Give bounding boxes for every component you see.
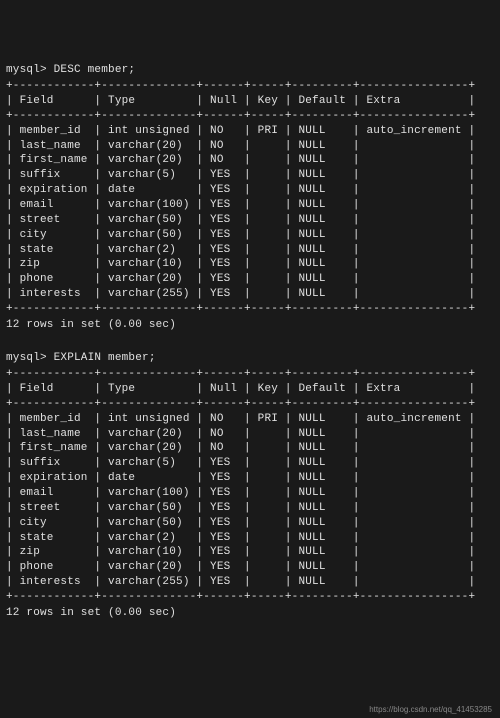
table-row: | state | varchar(2) | YES | | NULL | |: [6, 243, 494, 258]
table-row: | email | varchar(100) | YES | | NULL | …: [6, 198, 494, 213]
table-row: | street | varchar(50) | YES | | NULL | …: [6, 501, 494, 516]
table-row: | suffix | varchar(5) | YES | | NULL | |: [6, 168, 494, 183]
result-footer: 12 rows in set (0.00 sec): [6, 605, 494, 625]
table-row: | zip | varchar(10) | YES | | NULL | |: [6, 545, 494, 560]
table-separator: +------------+--------------+------+----…: [6, 109, 494, 124]
table-row: | zip | varchar(10) | YES | | NULL | |: [6, 257, 494, 272]
sql-prompt: mysql> DESC member;: [6, 63, 494, 78]
table-row: | city | varchar(50) | YES | | NULL | |: [6, 516, 494, 531]
table-separator: +------------+--------------+------+----…: [6, 302, 494, 317]
table-row: | state | varchar(2) | YES | | NULL | |: [6, 531, 494, 546]
table-row: | expiration | date | YES | | NULL | |: [6, 183, 494, 198]
table-row: | phone | varchar(20) | YES | | NULL | |: [6, 560, 494, 575]
result-footer: 12 rows in set (0.00 sec): [6, 317, 494, 337]
table-row: | last_name | varchar(20) | NO | | NULL …: [6, 427, 494, 442]
table-row: | expiration | date | YES | | NULL | |: [6, 471, 494, 486]
table-row: | suffix | varchar(5) | YES | | NULL | |: [6, 456, 494, 471]
table-row: | city | varchar(50) | YES | | NULL | |: [6, 228, 494, 243]
table-row: | email | varchar(100) | YES | | NULL | …: [6, 486, 494, 501]
blank-line: [6, 337, 494, 352]
terminal-output: mysql> DESC member;+------------+-------…: [6, 63, 494, 624]
table-row: | last_name | varchar(20) | NO | | NULL …: [6, 139, 494, 154]
table-row: | interests | varchar(255) | YES | | NUL…: [6, 575, 494, 590]
watermark-text: https://blog.csdn.net/qq_41453285: [369, 705, 492, 716]
table-header-row: | Field | Type | Null | Key | Default | …: [6, 382, 494, 397]
table-row: | member_id | int unsigned | NO | PRI | …: [6, 124, 494, 139]
table-row: | member_id | int unsigned | NO | PRI | …: [6, 412, 494, 427]
table-row: | phone | varchar(20) | YES | | NULL | |: [6, 272, 494, 287]
sql-prompt: mysql> EXPLAIN member;: [6, 351, 494, 366]
table-header-row: | Field | Type | Null | Key | Default | …: [6, 94, 494, 109]
table-row: | interests | varchar(255) | YES | | NUL…: [6, 287, 494, 302]
table-separator: +------------+--------------+------+----…: [6, 397, 494, 412]
table-row: | first_name | varchar(20) | NO | | NULL…: [6, 153, 494, 168]
table-row: | first_name | varchar(20) | NO | | NULL…: [6, 441, 494, 456]
table-separator: +------------+--------------+------+----…: [6, 590, 494, 605]
table-separator: +------------+--------------+------+----…: [6, 367, 494, 382]
table-row: | street | varchar(50) | YES | | NULL | …: [6, 213, 494, 228]
table-separator: +------------+--------------+------+----…: [6, 79, 494, 94]
